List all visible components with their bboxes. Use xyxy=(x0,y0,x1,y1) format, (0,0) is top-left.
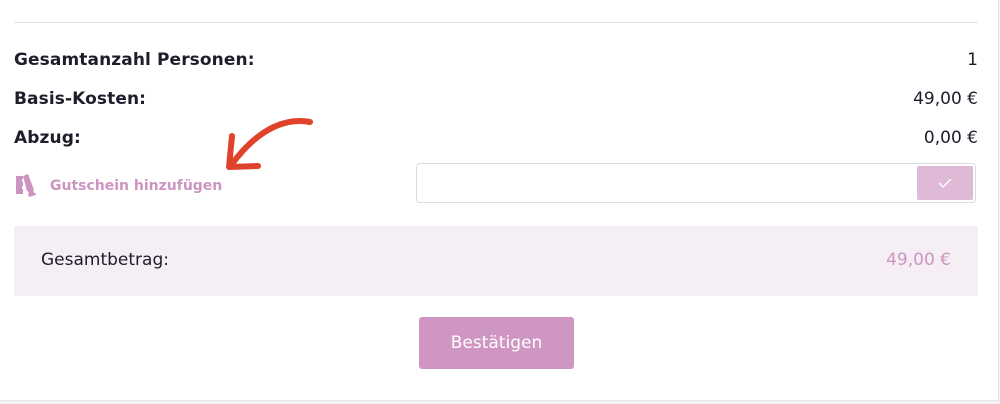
total-label: Gesamtbetrag: xyxy=(41,250,169,270)
persons-value: 1 xyxy=(967,50,978,70)
total-value: 49,00 € xyxy=(886,250,951,270)
voucher-code-input[interactable] xyxy=(417,164,917,202)
persons-label: Gesamtanzahl Personen: xyxy=(14,50,255,70)
voucher-ticket-icon xyxy=(14,173,40,199)
base-cost-value: 49,00 € xyxy=(913,89,978,109)
discount-row: Abzug: 0,00 € xyxy=(14,127,978,149)
add-voucher-link[interactable]: Gutschein hinzufügen xyxy=(14,172,222,200)
voucher-submit-button[interactable] xyxy=(917,166,973,200)
base-cost-row: Basis-Kosten: 49,00 € xyxy=(14,88,978,110)
voucher-field xyxy=(416,163,976,203)
confirm-button[interactable]: Bestätigen xyxy=(419,317,574,369)
divider xyxy=(14,22,978,23)
check-icon xyxy=(938,178,952,188)
order-summary-card: Gesamtanzahl Personen: 1 Basis-Kosten: 4… xyxy=(0,0,999,401)
base-cost-label: Basis-Kosten: xyxy=(14,89,147,109)
annotation-arrow-icon xyxy=(226,118,313,170)
discount-label: Abzug: xyxy=(14,128,81,148)
persons-row: Gesamtanzahl Personen: 1 xyxy=(14,49,978,71)
total-box: Gesamtbetrag: 49,00 € xyxy=(14,226,978,296)
add-voucher-label: Gutschein hinzufügen xyxy=(50,178,223,194)
discount-value: 0,00 € xyxy=(923,128,978,148)
